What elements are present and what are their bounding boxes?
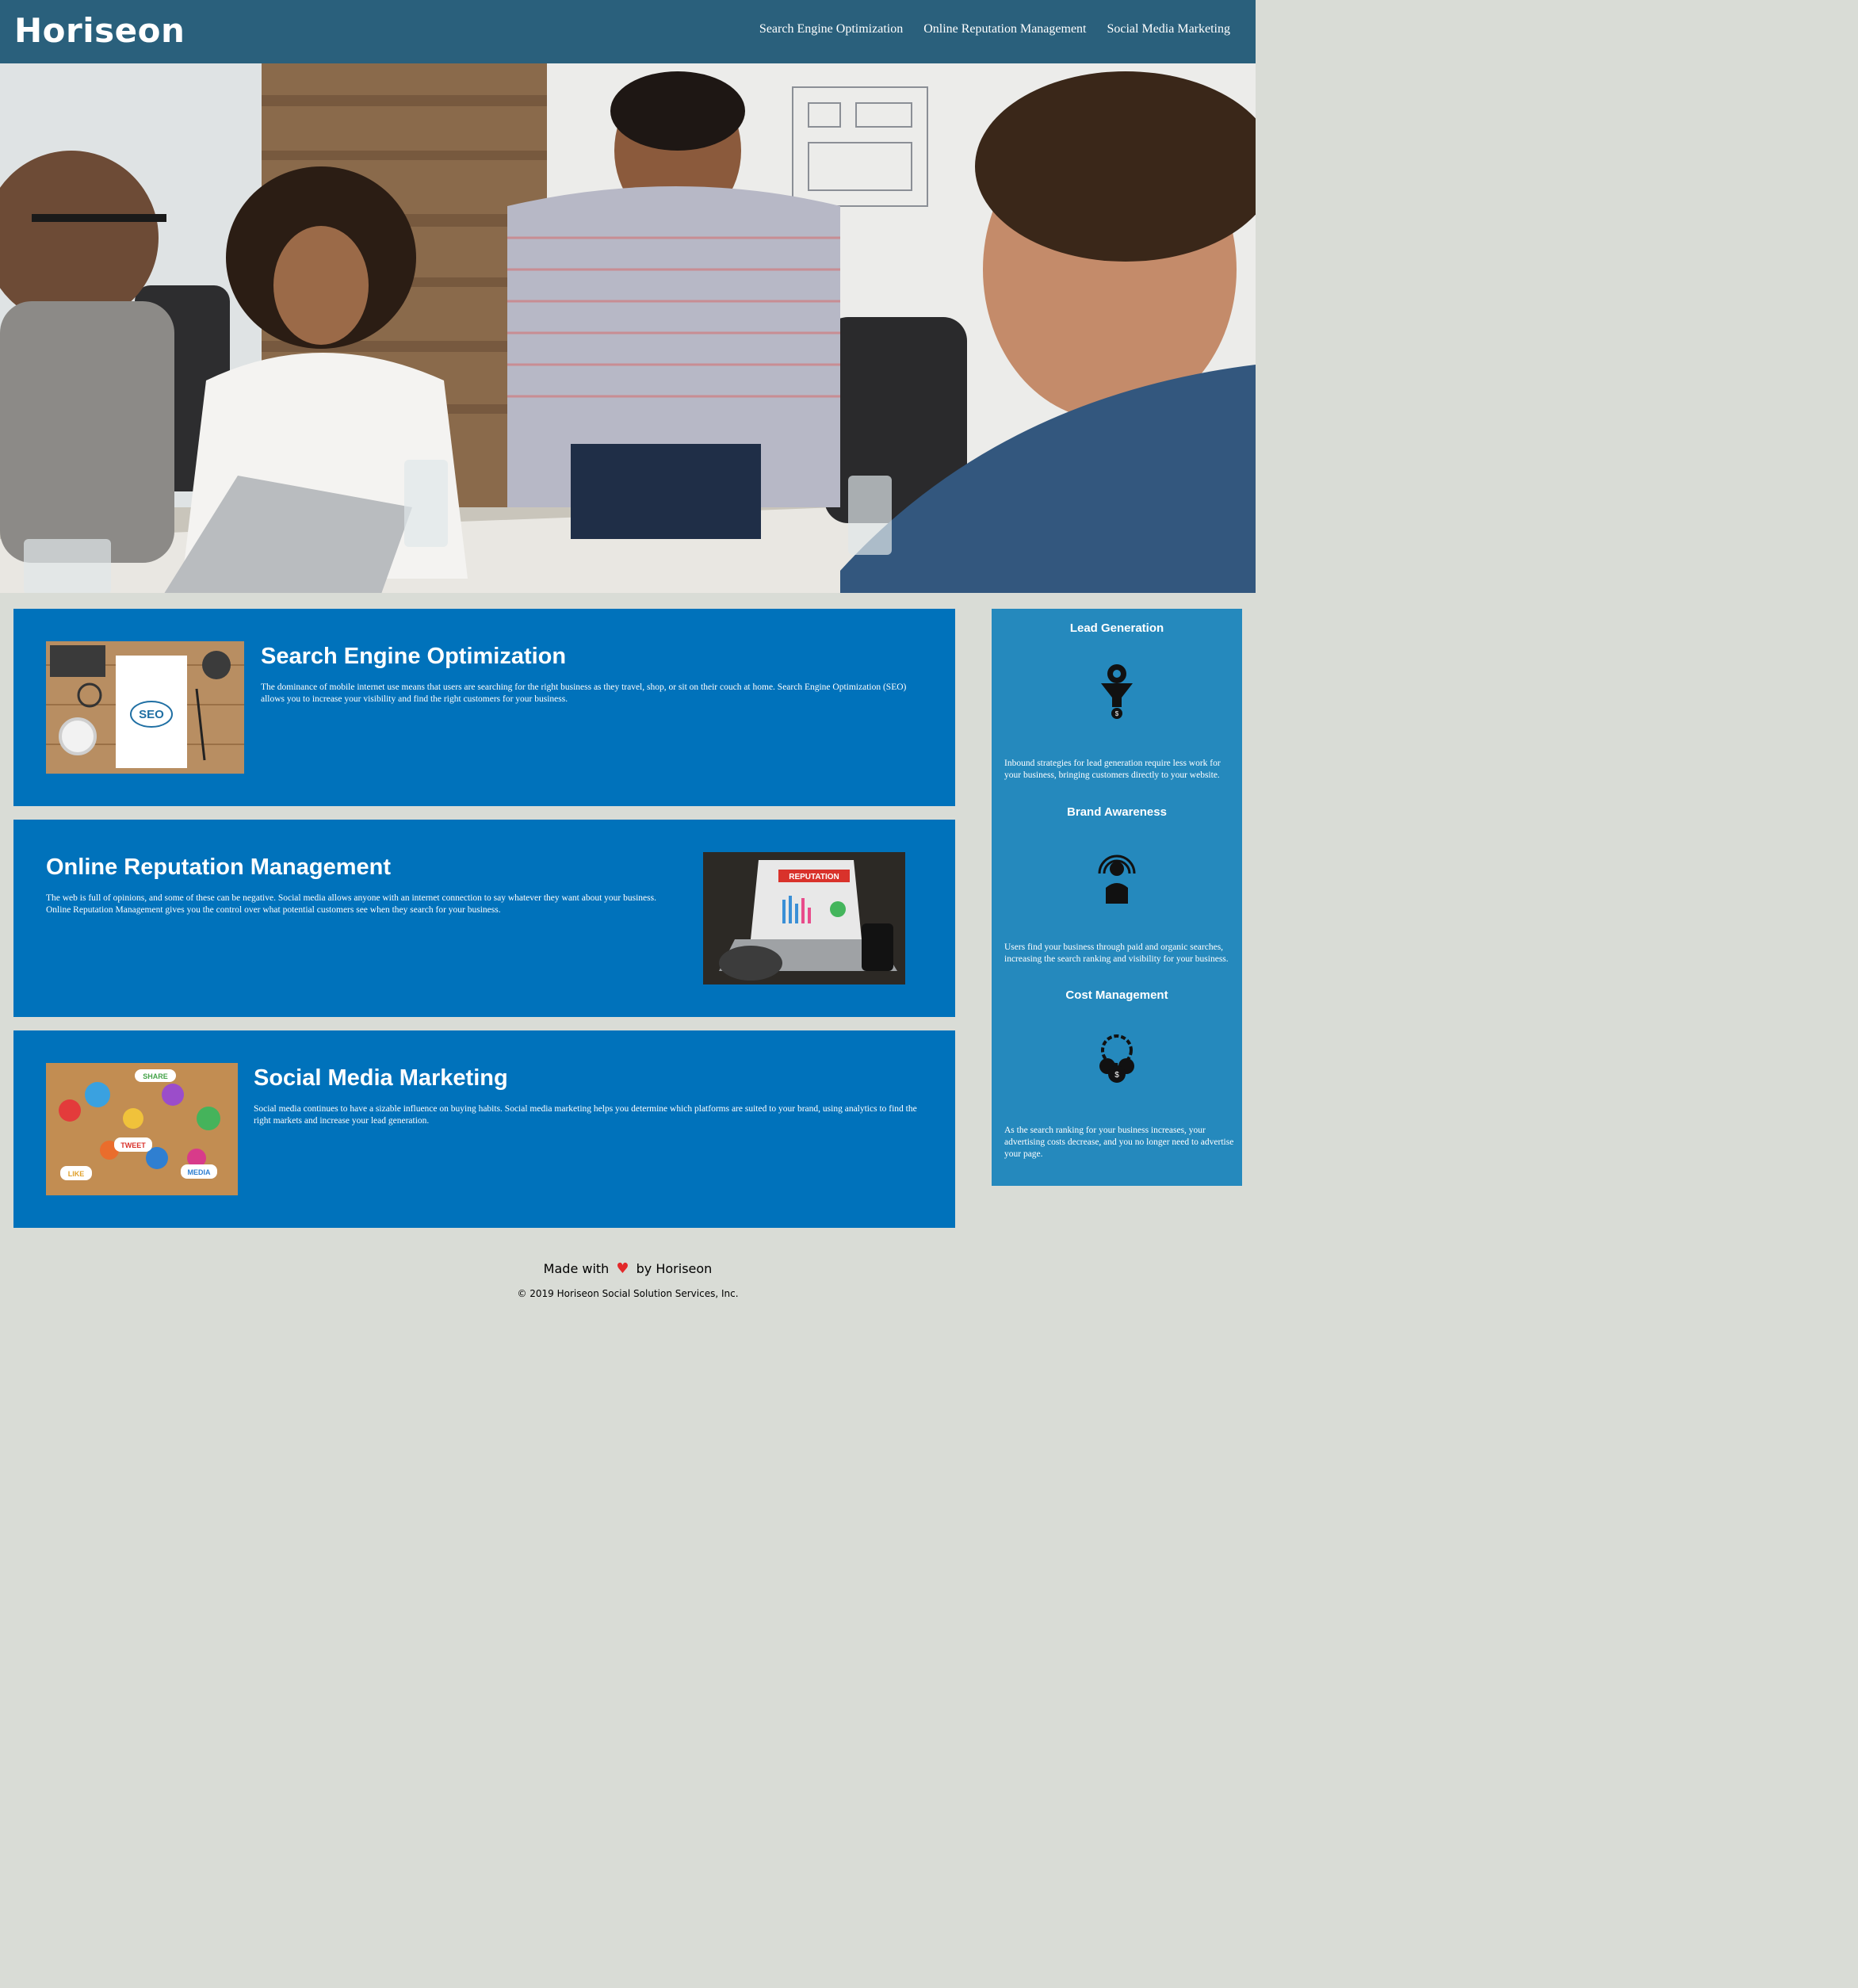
brand-broadcast-icon <box>1098 854 1136 904</box>
svg-text:$: $ <box>1115 710 1119 717</box>
footer-by: by Horiseon <box>636 1261 713 1276</box>
social-image-label-share: SHARE <box>143 1072 168 1080</box>
benefit-lead-text: Inbound strategies for lead generation r… <box>1004 759 1221 780</box>
reputation-illustration: REPUTATION <box>703 852 905 984</box>
benefit-lead: Lead Generation $ Inbound strategies for… <box>992 621 1242 780</box>
site-logo[interactable]: Horiseon <box>14 11 185 50</box>
reputation-title: Online Reputation Management <box>46 854 392 880</box>
benefit-brand: Brand Awareness Users find your business… <box>992 805 1242 964</box>
social-text: Social media continues to have a sizable… <box>254 1104 917 1126</box>
nav-link-reputation[interactable]: Online Reputation Management <box>923 22 1086 36</box>
seo-illustration: SEO <box>46 641 244 774</box>
reputation-image-label: REPUTATION <box>789 873 839 881</box>
social-image-label-like: LIKE <box>68 1170 85 1178</box>
social-image-label-media: MEDIA <box>188 1168 212 1176</box>
lead-funnel-icon: $ <box>1101 664 1133 719</box>
footer-copyright: © 2019 Horiseon Social Solution Services… <box>517 1288 739 1299</box>
site-header: Horiseon Search Engine Optimization Onli… <box>0 0 1256 63</box>
seo-card: SEO Search Engine Optimization The domin… <box>13 609 955 806</box>
svg-text:$: $ <box>1114 1071 1119 1080</box>
benefit-brand-title: Brand Awareness <box>1067 805 1167 819</box>
reputation-text: The web is full of opinions, and some of… <box>46 893 656 915</box>
footer-tagline: Made with ♥ by Horiseon <box>0 1260 1256 1277</box>
nav-link-seo[interactable]: Search Engine Optimization <box>759 22 903 36</box>
benefit-lead-title: Lead Generation <box>1069 621 1164 635</box>
benefit-cost-text: As the search ranking for your business … <box>1004 1126 1234 1159</box>
social-illustration: SHARE TWEET LIKE MEDIA <box>46 1063 238 1195</box>
social-image: SHARE TWEET LIKE MEDIA <box>46 1063 238 1195</box>
main-nav: Search Engine Optimization Online Reputa… <box>759 22 1230 36</box>
seo-image-label: SEO <box>139 708 164 721</box>
benefit-cost-title: Cost Management <box>1065 988 1168 1002</box>
benefit-brand-text: Users find your business through paid an… <box>1004 942 1229 964</box>
social-card: SHARE TWEET LIKE MEDIA Social Media Mark… <box>13 1030 955 1228</box>
heart-icon: ♥ <box>616 1260 629 1277</box>
nav-link-social[interactable]: Social Media Marketing <box>1107 22 1230 36</box>
social-image-label-tweet: TWEET <box>120 1141 146 1149</box>
seo-title: Search Engine Optimization <box>261 644 567 669</box>
social-title: Social Media Marketing <box>254 1065 508 1091</box>
cost-gears-icon: $ <box>1099 1034 1134 1083</box>
reputation-card: Online Reputation Management The web is … <box>13 820 955 1017</box>
seo-text: The dominance of mobile internet use mea… <box>261 682 907 704</box>
benefits-aside: Lead Generation $ Inbound strategies for… <box>992 609 1242 1186</box>
hero-image <box>0 63 1256 593</box>
footer-made-with: Made with <box>543 1261 610 1276</box>
hero-illustration <box>0 63 1256 593</box>
seo-image: SEO <box>46 641 244 774</box>
benefit-cost: Cost Management $ As the search ranking … <box>992 988 1242 1159</box>
site-footer: Made with ♥ by Horiseon © 2019 Horiseon … <box>0 1260 1256 1299</box>
reputation-image: REPUTATION <box>703 852 905 984</box>
